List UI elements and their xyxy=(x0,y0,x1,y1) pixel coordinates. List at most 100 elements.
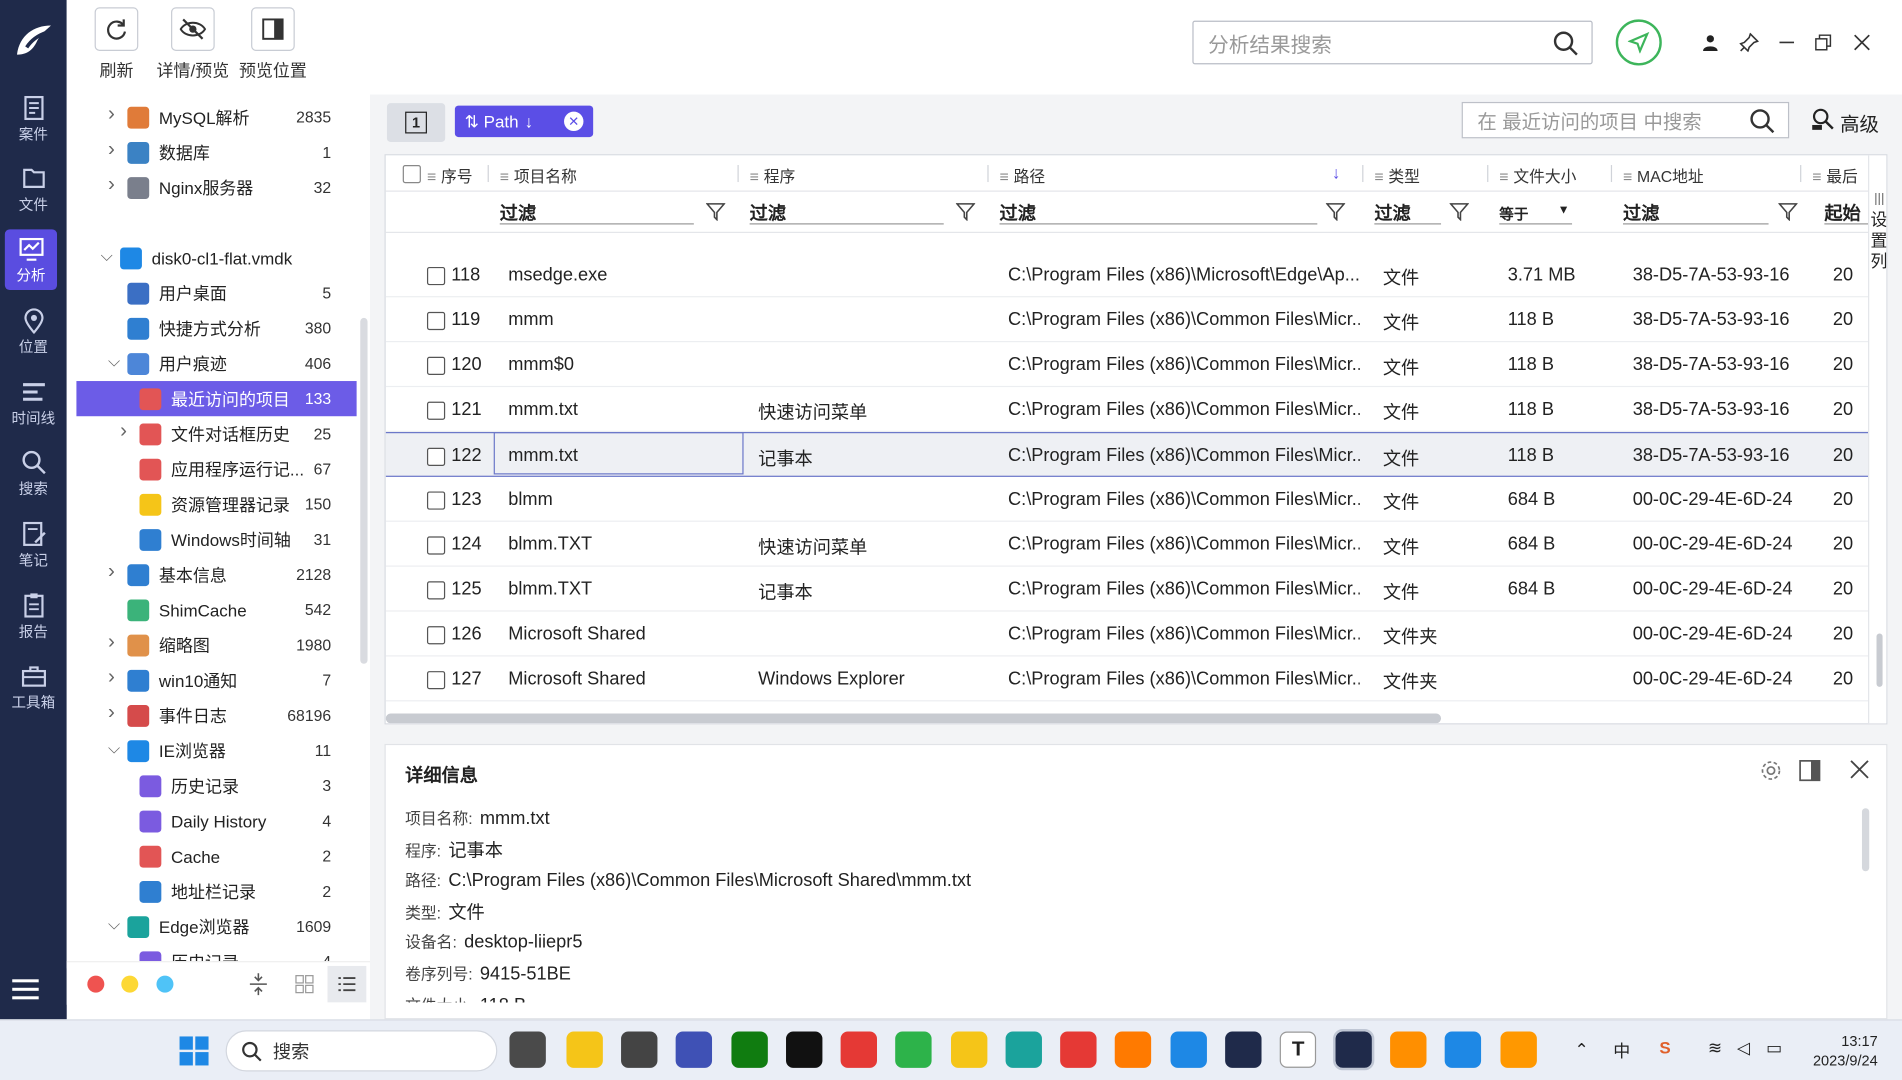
column-filter-input[interactable]: 过滤 xyxy=(749,200,944,225)
row-checkbox[interactable] xyxy=(426,626,446,645)
chevron-down-icon[interactable]: ⌵ xyxy=(108,352,120,371)
nav-location[interactable]: 位置 xyxy=(0,297,67,365)
nav-analysis[interactable]: 分析 xyxy=(4,229,58,291)
chevron-right-icon[interactable]: › xyxy=(108,700,115,724)
column-header[interactable]: ≡ 类型 xyxy=(1374,164,1420,187)
column-header[interactable]: ≡ 路径 xyxy=(1000,164,1046,187)
tree-item[interactable]: › win10通知 7 xyxy=(67,663,358,698)
select-all-checkbox[interactable] xyxy=(402,165,421,184)
row-checkbox[interactable] xyxy=(426,401,446,420)
column-header[interactable]: ≡ 项目名称 xyxy=(500,164,577,187)
sogou-icon[interactable]: S xyxy=(1659,1038,1670,1057)
recent-items-search-input[interactable]: 在 最近访问的项目 中搜索 xyxy=(1461,101,1790,141)
chip-close-icon[interactable]: ✕ xyxy=(564,111,584,132)
advanced-search-button[interactable]: 高级 xyxy=(1811,107,1879,137)
analysis-search-input[interactable]: 分析结果搜索 xyxy=(1192,20,1593,65)
preview-position-button[interactable]: 预览位置 xyxy=(239,7,307,82)
column-filter-input[interactable]: 等于 ▼ xyxy=(1499,200,1573,225)
task-view-icon[interactable] xyxy=(509,1031,546,1068)
yellow-dot-icon[interactable] xyxy=(121,975,139,993)
tree-item[interactable]: › 事件日志 68196 xyxy=(67,698,358,733)
list-view-icon[interactable] xyxy=(327,965,367,1003)
send-icon[interactable] xyxy=(1615,19,1662,66)
chevron-right-icon[interactable]: › xyxy=(108,630,115,654)
nav-timeline[interactable]: 时间线 xyxy=(0,369,67,437)
tree-item[interactable]: › 基本信息 2128 xyxy=(67,557,358,592)
row-checkbox[interactable] xyxy=(426,356,446,375)
chevron-right-icon[interactable]: › xyxy=(108,172,115,196)
user-icon[interactable] xyxy=(1698,30,1722,54)
close-icon[interactable] xyxy=(1850,30,1874,54)
close-icon[interactable] xyxy=(1850,760,1869,785)
column-filter-input[interactable]: 过滤 xyxy=(499,200,694,225)
remote-icon[interactable] xyxy=(1170,1031,1207,1068)
horizontal-scrollbar[interactable] xyxy=(385,713,1442,724)
chevron-right-icon[interactable]: › xyxy=(108,137,115,161)
column-header[interactable]: ≡ 文件大小 xyxy=(1499,164,1576,187)
tree-item[interactable]: 地址栏记录 2 xyxy=(67,874,358,909)
column-separator[interactable] xyxy=(1362,165,1364,183)
qq-icon[interactable] xyxy=(786,1031,823,1068)
column-filter-input[interactable]: 过滤 xyxy=(1622,200,1769,225)
column-header[interactable]: ≡ 程序 xyxy=(750,164,796,187)
chevron-up-icon[interactable]: ⌃ xyxy=(1574,1040,1588,1061)
nav-file[interactable]: 文件 xyxy=(0,155,67,223)
tree-item[interactable]: 应用程序运行记... 67 xyxy=(67,451,358,486)
row-checkbox[interactable] xyxy=(426,491,446,510)
cell-name[interactable]: blmm xyxy=(508,489,552,510)
search-icon[interactable] xyxy=(1749,108,1776,141)
tree-item[interactable]: ⌵ IE浏览器 11 xyxy=(67,733,358,768)
row-checkbox[interactable] xyxy=(426,447,446,466)
table-row[interactable]: 125 blmm.TXT 记事本 C:\Program Files (x86)\Com… xyxy=(385,567,1869,612)
column-header[interactable]: ≡ 最后 xyxy=(1812,164,1858,187)
panel-layout-icon[interactable] xyxy=(1799,760,1821,788)
row-checkbox[interactable] xyxy=(426,671,446,690)
table-row[interactable]: 126 Microsoft Shared C:\Program Files (x86… xyxy=(385,612,1869,657)
ime-icon[interactable]: 中 xyxy=(1613,1039,1630,1063)
column-header[interactable]: ≡ 序号 xyxy=(427,164,473,187)
chevron-right-icon[interactable]: › xyxy=(120,419,127,443)
row-checkbox[interactable] xyxy=(426,266,446,286)
firefox-icon[interactable] xyxy=(1114,1031,1152,1068)
xbox-icon[interactable] xyxy=(731,1031,768,1068)
vertical-scrollbar[interactable] xyxy=(1876,633,1883,687)
column-separator[interactable] xyxy=(737,165,739,183)
details-preview-button[interactable]: 详情/预览 xyxy=(156,7,229,82)
table-row[interactable]: 127 Microsoft Shared Windows Explorer C:\Pr… xyxy=(385,657,1869,702)
minimize-icon[interactable] xyxy=(1775,30,1799,54)
row-checkbox[interactable] xyxy=(426,581,446,600)
cell-name[interactable]: Microsoft Shared xyxy=(508,669,646,690)
feishu-icon[interactable] xyxy=(1444,1031,1482,1068)
windows-start-icon[interactable] xyxy=(179,1036,209,1071)
tab-count-button[interactable]: 1 xyxy=(386,103,446,142)
nav-notes[interactable]: 笔记 xyxy=(0,511,67,579)
column-separator[interactable] xyxy=(487,165,489,183)
clock[interactable]: 13:17 2023/9/24 xyxy=(1813,1031,1878,1070)
tree-item[interactable]: 最近访问的项目 133 xyxy=(76,381,357,417)
tree-item[interactable]: ⌵ disk0-cl1-flat.vmdk xyxy=(67,240,358,275)
battery-icon[interactable]: ▭ xyxy=(1766,1038,1782,1059)
nav-toolbox[interactable]: 工具箱 xyxy=(0,653,67,721)
cell-name[interactable]: mmm.txt xyxy=(508,399,578,420)
netease-music-icon[interactable] xyxy=(840,1031,877,1068)
table-row[interactable]: 122 mmm.txt 记事本 C:\Program Files (x86)\Comm… xyxy=(385,432,1869,477)
row-checkbox[interactable] xyxy=(426,536,446,555)
column-separator[interactable] xyxy=(1800,165,1802,183)
table-row[interactable]: 120 mmm$0 C:\Program Files (x86)\Common Fi… xyxy=(385,342,1869,388)
chevron-down-icon[interactable]: ⌵ xyxy=(101,246,113,265)
filter-funnel-icon[interactable] xyxy=(1777,201,1799,222)
tree-item[interactable]: › MySQL解析 2835 xyxy=(67,100,358,135)
edge-icon[interactable] xyxy=(1005,1031,1042,1068)
column-filter-input[interactable]: 起始 xyxy=(1824,200,1873,225)
tree-item[interactable]: Windows时间轴 31 xyxy=(67,522,358,557)
tree-item[interactable]: 用户桌面 5 xyxy=(67,275,358,310)
path-sort-chip[interactable]: ⇅ Path ↓ ✕ xyxy=(454,105,594,138)
sublime-icon[interactable] xyxy=(1390,1031,1427,1068)
cell-name[interactable]: msedge.exe xyxy=(508,265,607,286)
filter-funnel-icon[interactable] xyxy=(1449,201,1470,222)
wechat-icon[interactable] xyxy=(895,1031,932,1068)
tree-item[interactable]: Cache 2 xyxy=(67,839,358,874)
tree-item[interactable]: › Nginx服务器 32 xyxy=(67,170,358,205)
chrome-icon[interactable] xyxy=(1060,1031,1097,1068)
tree-item[interactable]: ⌵ Edge浏览器 1609 xyxy=(67,909,358,944)
